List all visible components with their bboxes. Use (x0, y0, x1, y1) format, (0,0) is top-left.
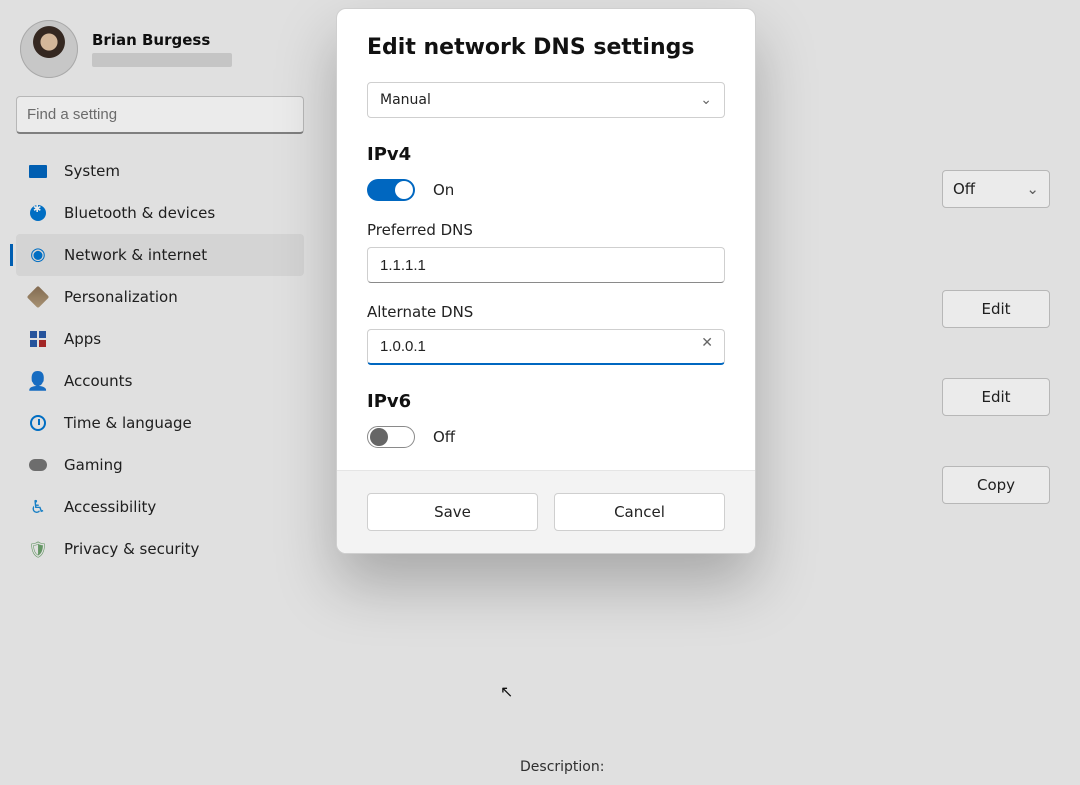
sidebar-item-time[interactable]: Time & language (16, 402, 304, 444)
sidebar-item-label: Bluetooth & devices (64, 204, 215, 222)
accounts-icon: 👤 (28, 371, 48, 391)
edit-button[interactable]: Edit (942, 290, 1050, 328)
chevron-down-icon: ⌄ (1026, 180, 1039, 198)
user-email-placeholder (92, 53, 232, 67)
dns-mode-dropdown[interactable]: Manual ⌄ (367, 82, 725, 118)
avatar[interactable] (20, 20, 78, 78)
ipv6-toggle-label: Off (433, 428, 455, 446)
button-label: Edit (981, 388, 1010, 406)
nav-list: System Bluetooth & devices ◉ Network & i… (16, 150, 304, 570)
dropdown-value: Off (953, 180, 975, 198)
ipv4-heading: IPv4 (367, 144, 725, 165)
bluetooth-icon (28, 203, 48, 223)
clear-input-icon[interactable]: ✕ (701, 335, 713, 351)
ipv4-toggle-label: On (433, 181, 454, 199)
sidebar-item-label: System (64, 162, 120, 180)
personalization-icon (28, 287, 48, 307)
edit-button[interactable]: Edit (942, 378, 1050, 416)
accessibility-icon: ♿ (28, 497, 48, 517)
sidebar-item-accessibility[interactable]: ♿ Accessibility (16, 486, 304, 528)
alternate-dns-input[interactable] (367, 329, 725, 365)
user-name: Brian Burgess (92, 31, 232, 49)
sidebar-item-privacy[interactable]: 🛡 Privacy & security (16, 528, 304, 570)
save-button[interactable]: Save (367, 493, 538, 531)
apps-icon (28, 329, 48, 349)
copy-button[interactable]: Copy (942, 466, 1050, 504)
time-icon (28, 413, 48, 433)
sidebar-item-gaming[interactable]: Gaming (16, 444, 304, 486)
preferred-dns-label: Preferred DNS (367, 221, 725, 239)
description-label: Description: (520, 759, 604, 775)
sidebar: Brian Burgess System Bluetooth & devices… (0, 0, 320, 785)
sidebar-item-label: Time & language (64, 414, 192, 432)
alternate-dns-label: Alternate DNS (367, 303, 725, 321)
user-account-header[interactable]: Brian Burgess (16, 20, 304, 96)
sidebar-item-bluetooth[interactable]: Bluetooth & devices (16, 192, 304, 234)
ipv4-toggle[interactable] (367, 179, 415, 201)
ipv6-toggle[interactable] (367, 426, 415, 448)
chevron-down-icon: ⌄ (700, 92, 712, 108)
search-input[interactable] (16, 96, 304, 134)
system-icon (28, 161, 48, 181)
sidebar-item-network[interactable]: ◉ Network & internet (16, 234, 304, 276)
dialog-title: Edit network DNS settings (367, 35, 725, 60)
button-label: Copy (977, 476, 1015, 494)
button-label: Save (434, 503, 471, 521)
button-label: Edit (981, 300, 1010, 318)
gaming-icon (28, 455, 48, 475)
button-label: Cancel (614, 503, 665, 521)
sidebar-item-label: Accessibility (64, 498, 156, 516)
sidebar-item-label: Privacy & security (64, 540, 199, 558)
sidebar-item-accounts[interactable]: 👤 Accounts (16, 360, 304, 402)
cancel-button[interactable]: Cancel (554, 493, 725, 531)
sidebar-item-label: Personalization (64, 288, 178, 306)
wifi-icon: ◉ (28, 245, 48, 265)
network-off-dropdown[interactable]: Off ⌄ (942, 170, 1050, 208)
sidebar-item-label: Accounts (64, 372, 132, 390)
sidebar-item-personalization[interactable]: Personalization (16, 276, 304, 318)
sidebar-item-label: Apps (64, 330, 101, 348)
sidebar-item-apps[interactable]: Apps (16, 318, 304, 360)
sidebar-item-label: Network & internet (64, 246, 207, 264)
privacy-icon: 🛡 (28, 539, 48, 559)
sidebar-item-system[interactable]: System (16, 150, 304, 192)
dropdown-value: Manual (380, 92, 431, 108)
ipv6-heading: IPv6 (367, 391, 725, 412)
sidebar-item-label: Gaming (64, 456, 123, 474)
dns-settings-dialog: Edit network DNS settings Manual ⌄ IPv4 … (336, 8, 756, 554)
preferred-dns-input[interactable] (367, 247, 725, 283)
